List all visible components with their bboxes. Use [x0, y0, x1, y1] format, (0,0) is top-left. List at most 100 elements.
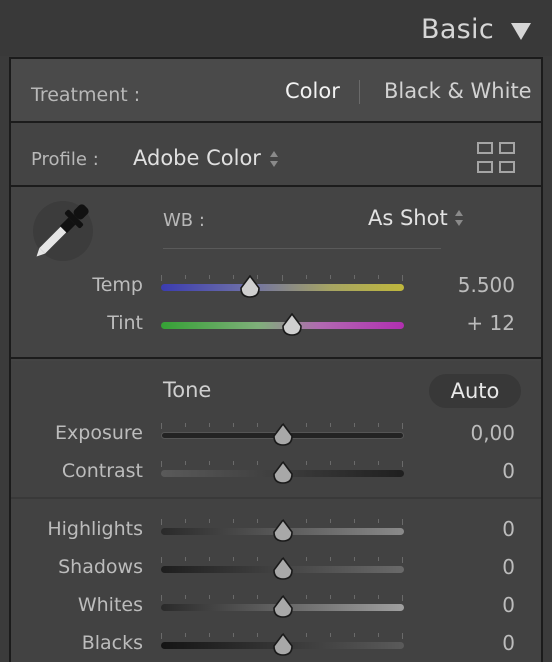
- slider-tick: [233, 275, 235, 279]
- slider-tick: [161, 595, 162, 601]
- slider-tick: [209, 461, 211, 465]
- slider-tick: [185, 519, 187, 523]
- slider-tick: [233, 423, 235, 427]
- tint-label: Tint: [107, 312, 143, 334]
- whites-value[interactable]: 0: [425, 593, 515, 617]
- slider-tick: [402, 633, 403, 639]
- slider-tick: [257, 595, 259, 599]
- slider-tick: [305, 519, 307, 523]
- highlights-value[interactable]: 0: [425, 517, 515, 541]
- slider-tick: [402, 423, 403, 429]
- slider-tick: [402, 461, 403, 467]
- shadows-label: Shadows: [58, 556, 143, 578]
- slider-tick: [402, 275, 403, 281]
- treatment-section: Treatment : Color Black & White: [11, 59, 541, 123]
- slider-tick: [402, 519, 403, 525]
- slider-tick: [209, 275, 211, 279]
- profile-section: Profile : Adobe Color: [11, 125, 541, 187]
- slider-tick: [305, 633, 307, 637]
- auto-button[interactable]: Auto: [429, 374, 521, 408]
- profile-select[interactable]: Adobe Color: [133, 146, 261, 170]
- slider-tick: [305, 423, 307, 427]
- blacks-value[interactable]: 0: [425, 631, 515, 655]
- contrast-slider-thumb[interactable]: [272, 461, 294, 485]
- slider-tick: [209, 557, 211, 561]
- slider-tick: [209, 595, 211, 599]
- slider-tick: [161, 461, 162, 467]
- temp-value[interactable]: 5.500: [425, 273, 515, 297]
- treatment-label: Treatment :: [31, 84, 141, 106]
- updown-chevron-icon: [270, 151, 278, 167]
- slider-tick: [377, 633, 379, 637]
- temp-slider-thumb[interactable]: [239, 275, 261, 299]
- panel-title: Basic: [421, 14, 494, 45]
- tint-slider-thumb[interactable]: [281, 313, 303, 337]
- highlights-slider-thumb[interactable]: [272, 519, 294, 543]
- slider-tick: [257, 633, 259, 637]
- blacks-label: Blacks: [81, 632, 143, 654]
- wb-select[interactable]: As Shot: [368, 206, 448, 230]
- basic-panel: Treatment : Color Black & White Profile …: [9, 57, 543, 662]
- slider-tick: [353, 275, 355, 279]
- slider-tick: [257, 461, 259, 465]
- shadows-value[interactable]: 0: [425, 555, 515, 579]
- slider-tick: [185, 557, 187, 561]
- grid-icon[interactable]: [476, 141, 516, 175]
- tone-section: Tone Auto Exposure 0,00 Contrast 0 Highl…: [11, 361, 541, 662]
- wb-divider: [163, 248, 441, 249]
- shadows-slider-thumb[interactable]: [272, 557, 294, 581]
- slider-tick: [402, 595, 403, 601]
- slider-tick: [209, 519, 211, 523]
- slider-tick: [329, 519, 331, 523]
- slider-tick: [209, 423, 211, 427]
- tone-title: Tone: [163, 378, 212, 402]
- slider-tick: [185, 423, 187, 427]
- exposure-label: Exposure: [55, 422, 143, 444]
- eyedropper-icon[interactable]: [27, 195, 97, 267]
- blacks-slider-thumb[interactable]: [272, 633, 294, 657]
- slider-tick: [353, 461, 355, 465]
- panel-header[interactable]: Basic: [0, 0, 552, 56]
- slider-tick: [377, 595, 379, 599]
- slider-tick: [329, 557, 331, 561]
- slider-tick: [161, 633, 162, 639]
- updown-chevron-icon: [455, 210, 463, 226]
- slider-tick: [353, 557, 355, 561]
- treatment-separator: [359, 80, 360, 104]
- slider-tick: [233, 519, 235, 523]
- slider-tick: [233, 595, 235, 599]
- slider-tick: [377, 423, 379, 427]
- triangle-down-icon[interactable]: [510, 21, 532, 41]
- slider-tick: [185, 595, 187, 599]
- slider-tick: [209, 633, 211, 637]
- slider-tick: [185, 461, 187, 465]
- contrast-label: Contrast: [61, 460, 143, 482]
- slider-tick: [353, 595, 355, 599]
- exposure-value[interactable]: 0,00: [425, 421, 515, 445]
- treatment-color-option[interactable]: Color: [285, 79, 340, 103]
- temp-slider-track[interactable]: [161, 284, 404, 291]
- slider-tick: [305, 461, 307, 465]
- slider-tick: [329, 423, 331, 427]
- slider-tick: [353, 519, 355, 523]
- tint-value[interactable]: + 12: [425, 311, 515, 335]
- treatment-bw-option[interactable]: Black & White: [384, 79, 532, 103]
- slider-tick: [257, 557, 259, 561]
- slider-tick: [377, 461, 379, 465]
- slider-tick: [233, 633, 235, 637]
- slider-tick: [353, 423, 355, 427]
- exposure-slider-thumb[interactable]: [272, 423, 294, 447]
- slider-tick: [329, 633, 331, 637]
- slider-tick: [185, 275, 187, 279]
- contrast-value[interactable]: 0: [425, 459, 515, 483]
- slider-tick: [185, 633, 187, 637]
- slider-tick: [257, 519, 259, 523]
- slider-tick: [161, 275, 162, 281]
- wb-label: WB :: [163, 210, 205, 231]
- profile-label: Profile :: [31, 149, 99, 170]
- slider-tick: [329, 275, 331, 279]
- slider-tick: [257, 423, 259, 427]
- slider-tick: [233, 557, 235, 561]
- slider-tick: [305, 595, 307, 599]
- whites-slider-thumb[interactable]: [272, 595, 294, 619]
